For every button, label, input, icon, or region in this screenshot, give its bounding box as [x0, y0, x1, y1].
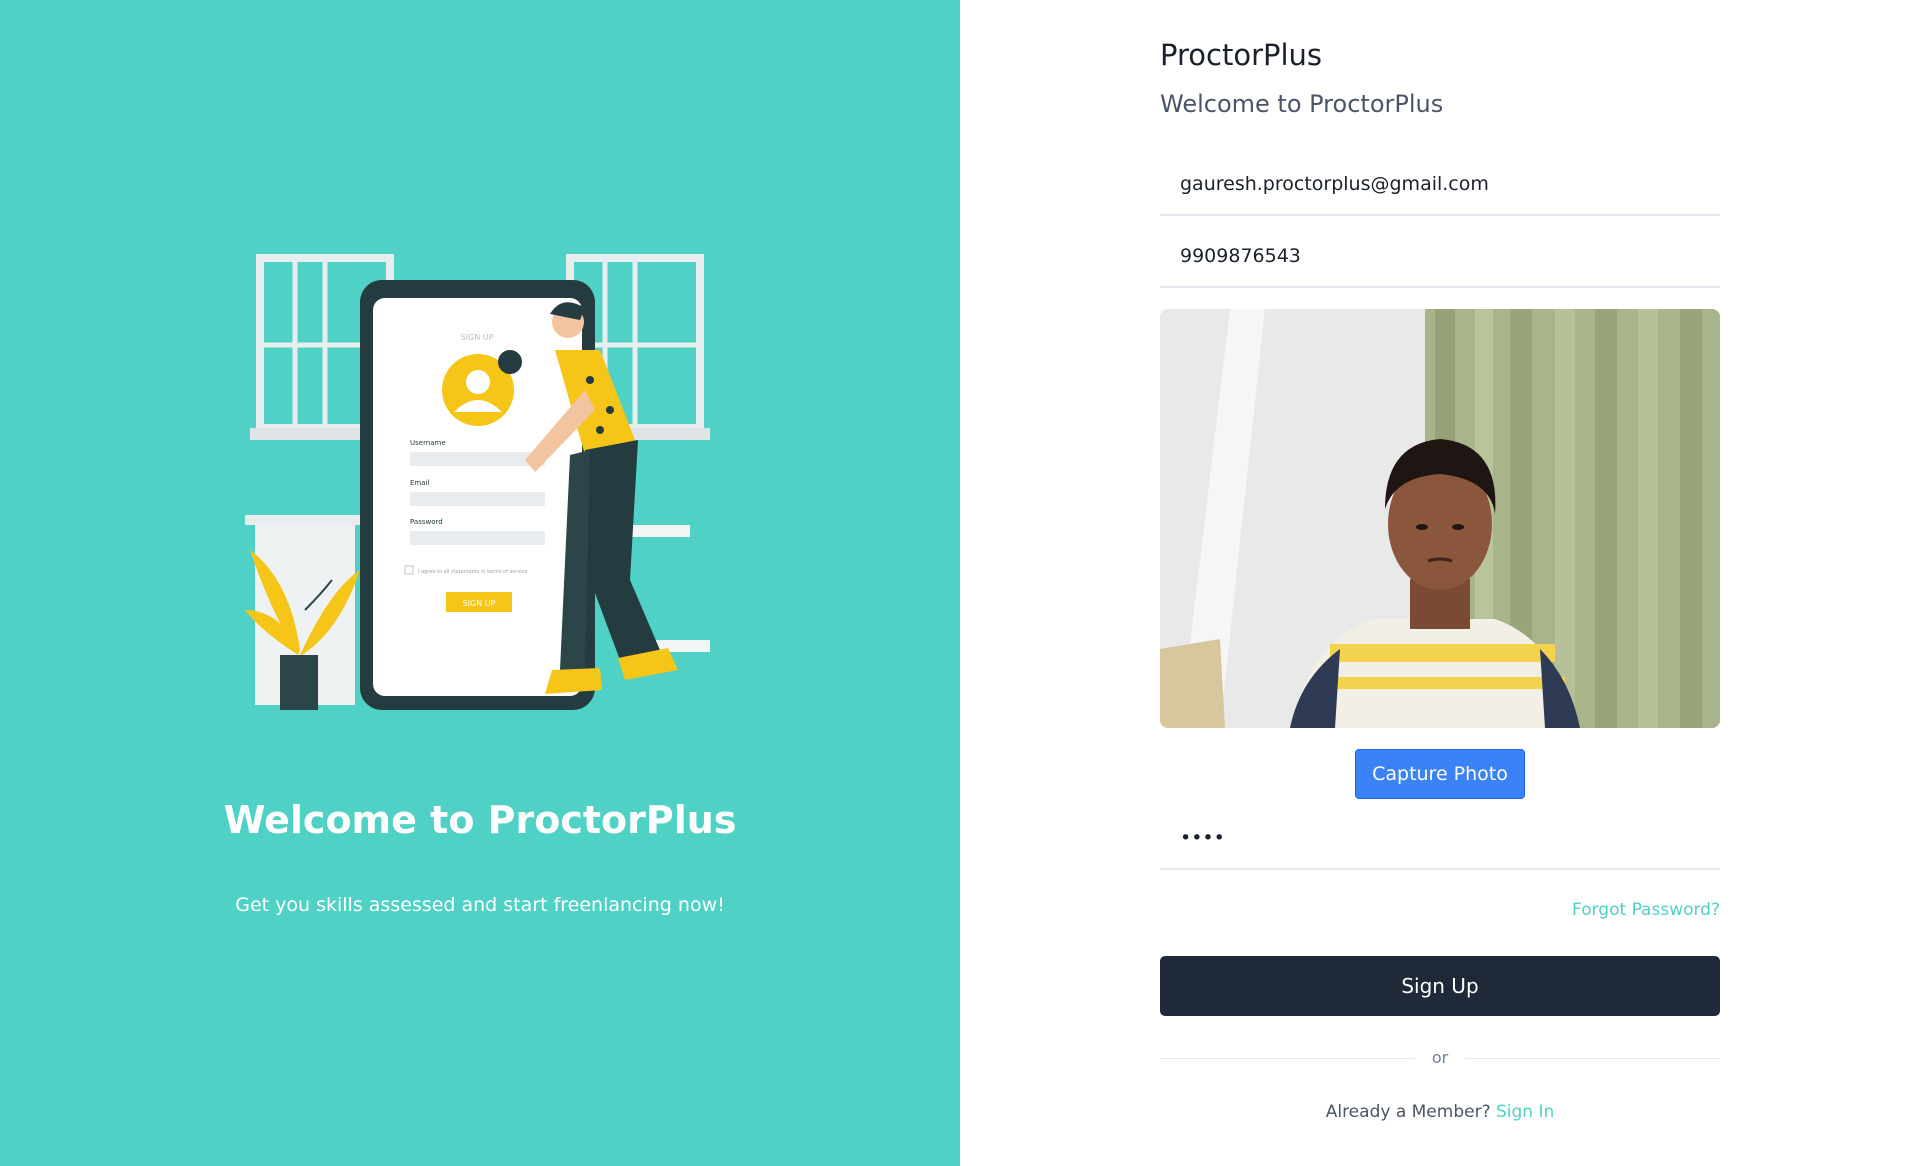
- sign-in-prompt: Already a Member? Sign In: [1160, 1102, 1720, 1122]
- illustration-screen-title: SIGN UP: [461, 333, 494, 342]
- webcam-preview: [1160, 309, 1720, 728]
- illustration-email-label: Email: [410, 479, 429, 487]
- sign-in-link[interactable]: Sign In: [1496, 1102, 1554, 1122]
- webcam-frame: [1160, 309, 1720, 728]
- email-field: [1160, 154, 1720, 216]
- password-field: [1160, 808, 1720, 870]
- sign-up-button[interactable]: Sign Up: [1160, 956, 1720, 1016]
- phone-field: [1160, 226, 1720, 288]
- brand-title: ProctorPlus: [1160, 38, 1323, 72]
- right-panel: ProctorPlus Welcome to ProctorPlus gaure…: [960, 0, 1920, 1166]
- hero-title: Welcome to ProctorPlus: [223, 798, 737, 842]
- illustration-username-label: Username: [410, 439, 446, 447]
- left-panel: SIGN UP Username Email Password I agree …: [0, 0, 960, 1166]
- divider-line-right: [1465, 1058, 1720, 1059]
- illustration-password-label: Password: [410, 518, 443, 526]
- password-input[interactable]: [1160, 808, 1720, 868]
- already-member-text: Already a Member?: [1325, 1102, 1491, 1122]
- forgot-password-link[interactable]: Forgot Password?: [1572, 900, 1720, 920]
- hero-subtitle: Get you skills assessed and start freenl…: [235, 894, 725, 916]
- capture-photo-button[interactable]: Capture Photo: [1355, 749, 1525, 799]
- welcome-heading: Welcome to ProctorPlus: [1160, 90, 1444, 118]
- or-divider: or: [1160, 1048, 1720, 1068]
- illustration-signup-button: SIGN UP: [463, 599, 496, 608]
- phone-input[interactable]: [1160, 226, 1720, 286]
- email-input[interactable]: [1160, 154, 1720, 214]
- signup-illustration: SIGN UP Username Email Password I agree …: [245, 254, 710, 710]
- illustration-agree-text: I agree to all statements in terms of se…: [418, 569, 528, 575]
